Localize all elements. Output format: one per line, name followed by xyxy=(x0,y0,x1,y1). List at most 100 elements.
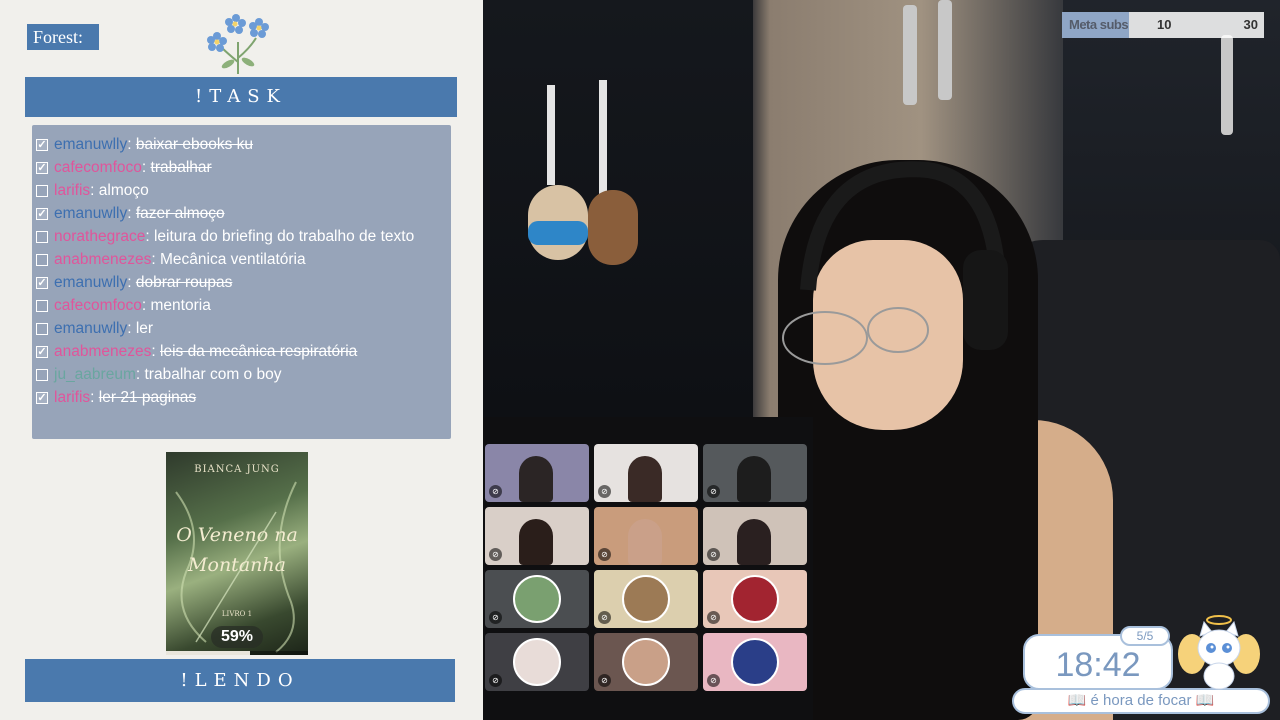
reading-progress-bar xyxy=(166,651,308,655)
task-checkbox xyxy=(36,323,48,335)
task-text: emanuwlly: dobrar roupas xyxy=(54,274,233,291)
task-username: emanuwlly xyxy=(54,205,128,222)
participant-video xyxy=(519,456,553,502)
task-username: larifis xyxy=(54,389,91,406)
stream-overlay-panel: Forest: !TASK ✓ emanuwlly: baixar ebooks … xyxy=(0,0,483,720)
task-list: ✓ emanuwlly: baixar ebooks ku ✓ cafecomfoco… xyxy=(32,125,451,439)
task-description: Mecânica ventilatória xyxy=(160,251,306,268)
task-text: larifis: almoço xyxy=(54,182,149,199)
participant-video xyxy=(737,519,771,565)
call-tile-participant-7[interactable]: ⊘ xyxy=(485,570,589,628)
task-username: cafecomfoco xyxy=(54,159,142,176)
reading-banner: !LENDO xyxy=(25,659,455,702)
wardrobe-handle xyxy=(938,0,952,100)
capybara-keychain xyxy=(588,190,638,265)
task-text: ju_aabreum: trabalhar com o boy xyxy=(54,366,282,383)
task-checkbox xyxy=(36,185,48,197)
task-checkbox xyxy=(36,300,48,312)
call-tile-participant-6[interactable]: ⊘ xyxy=(703,507,807,565)
task-username: anabmenezes xyxy=(54,251,152,268)
task-checkbox: ✓ xyxy=(36,139,48,151)
mic-muted-icon: ⊘ xyxy=(598,611,611,624)
task-item: ✓ larifis: ler 21 paginas xyxy=(36,387,451,410)
call-tile-participant-2[interactable]: ⊘ xyxy=(594,444,698,502)
task-text: emanuwlly: baixar ebooks ku xyxy=(54,136,254,153)
task-description: leis da mecânica respiratória xyxy=(160,343,358,360)
task-username: emanuwlly xyxy=(54,320,128,337)
call-tile-participant-3[interactable]: ⊘ xyxy=(703,444,807,502)
task-username: emanuwlly xyxy=(54,136,128,153)
task-text: norathegrace: leitura do briefing do tra… xyxy=(54,228,415,245)
call-tile-participant-4[interactable]: ⊘ xyxy=(485,507,589,565)
participant-video xyxy=(628,456,662,502)
wardrobe-handle xyxy=(903,5,917,105)
bear-keychain xyxy=(528,185,588,260)
task-username: ju_aabreum xyxy=(54,366,136,383)
task-text: emanuwlly: fazer almoço xyxy=(54,205,225,222)
sub-goal-target: 30 xyxy=(1243,17,1258,32)
task-banner: !TASK xyxy=(25,77,457,117)
task-item: ✓ anabmenezes: leis da mecânica respirató… xyxy=(36,341,451,364)
task-item: ✓ emanuwlly: fazer almoço xyxy=(36,203,451,226)
task-text: cafecomfoco: mentoria xyxy=(54,297,211,314)
task-checkbox: ✓ xyxy=(36,277,48,289)
flower-icon xyxy=(204,12,274,83)
task-description: dobrar roupas xyxy=(135,274,233,291)
task-description: trabalhar com o boy xyxy=(144,366,282,383)
video-call-grid: ⊘ ⊘ ⊘ ⊘ ⊘ ⊘ ⊘ ⊘ ⊘ ⊘ ⊘ ⊘ xyxy=(483,417,813,720)
task-username: larifis xyxy=(54,182,91,199)
task-item: ✓ cafecomfoco: trabalhar xyxy=(36,157,451,180)
participant-avatar xyxy=(622,638,670,686)
sub-goal-label: Meta subs xyxy=(1069,17,1129,32)
task-text: emanuwlly: ler xyxy=(54,320,154,337)
mic-muted-icon: ⊘ xyxy=(489,674,502,687)
task-description: baixar ebooks ku xyxy=(135,136,254,153)
call-tile-participant-8[interactable]: ⊘ xyxy=(594,570,698,628)
call-tile-participant-11[interactable]: ⊘ xyxy=(594,633,698,691)
timer-time: 18:42 xyxy=(1055,646,1141,684)
keychain-strap xyxy=(599,80,607,195)
task-username: emanuwlly xyxy=(54,274,128,291)
glasses-icon xyxy=(782,307,929,365)
mic-muted-icon: ⊘ xyxy=(707,611,720,624)
mic-muted-icon: ⊘ xyxy=(598,674,611,687)
task-checkbox: ✓ xyxy=(36,346,48,358)
task-description: ler xyxy=(135,320,154,337)
mic-muted-icon: ⊘ xyxy=(707,485,720,498)
mic-muted-icon: ⊘ xyxy=(707,548,720,561)
sub-goal-bar: Meta subs 10 30 xyxy=(1062,12,1264,38)
mic-muted-icon: ⊘ xyxy=(598,548,611,561)
mic-muted-icon: ⊘ xyxy=(707,674,720,687)
task-text: cafecomfoco: trabalhar xyxy=(54,159,212,176)
call-tile-participant-12[interactable]: ⊘ xyxy=(703,633,807,691)
keychain-strap xyxy=(547,85,555,185)
participant-avatar xyxy=(731,575,779,623)
call-tile-participant-10[interactable]: ⊘ xyxy=(485,633,589,691)
task-text: larifis: ler 21 paginas xyxy=(54,389,197,406)
call-tile-participant-9[interactable]: ⊘ xyxy=(703,570,807,628)
book-title: O Veneno na Montanha xyxy=(176,524,298,576)
task-item: larifis: almoço xyxy=(36,180,451,203)
book-series: LIVRO 1 xyxy=(221,610,253,618)
task-checkbox xyxy=(36,254,48,266)
task-item: ju_aabreum: trabalhar com o boy xyxy=(36,364,451,387)
task-description: mentoria xyxy=(150,297,211,314)
task-text: anabmenezes: Mecânica ventilatória xyxy=(54,251,306,268)
participant-avatar xyxy=(731,638,779,686)
call-tile-participant-1[interactable]: ⊘ xyxy=(485,444,589,502)
call-tile-participant-5[interactable]: ⊘ xyxy=(594,507,698,565)
session-counter: 5/5 xyxy=(1120,626,1170,646)
focus-message: 📖 é hora de focar 📖 xyxy=(1012,688,1270,714)
forest-label: Forest: xyxy=(27,24,99,50)
reading-progress-label: 59% xyxy=(211,626,263,648)
participant-video xyxy=(737,456,771,502)
task-description: trabalhar xyxy=(150,159,212,176)
task-item: ✓ emanuwlly: dobrar roupas xyxy=(36,272,451,295)
sub-goal-current: 10 xyxy=(1157,17,1172,32)
mic-muted-icon: ⊘ xyxy=(489,611,502,624)
task-checkbox xyxy=(36,231,48,243)
task-username: anabmenezes xyxy=(54,343,152,360)
participant-video xyxy=(628,519,662,565)
task-item: norathegrace: leitura do briefing do tra… xyxy=(36,226,451,249)
book-cover: BIANCA JUNG O Veneno na Montanha LIVRO 1… xyxy=(166,452,308,655)
